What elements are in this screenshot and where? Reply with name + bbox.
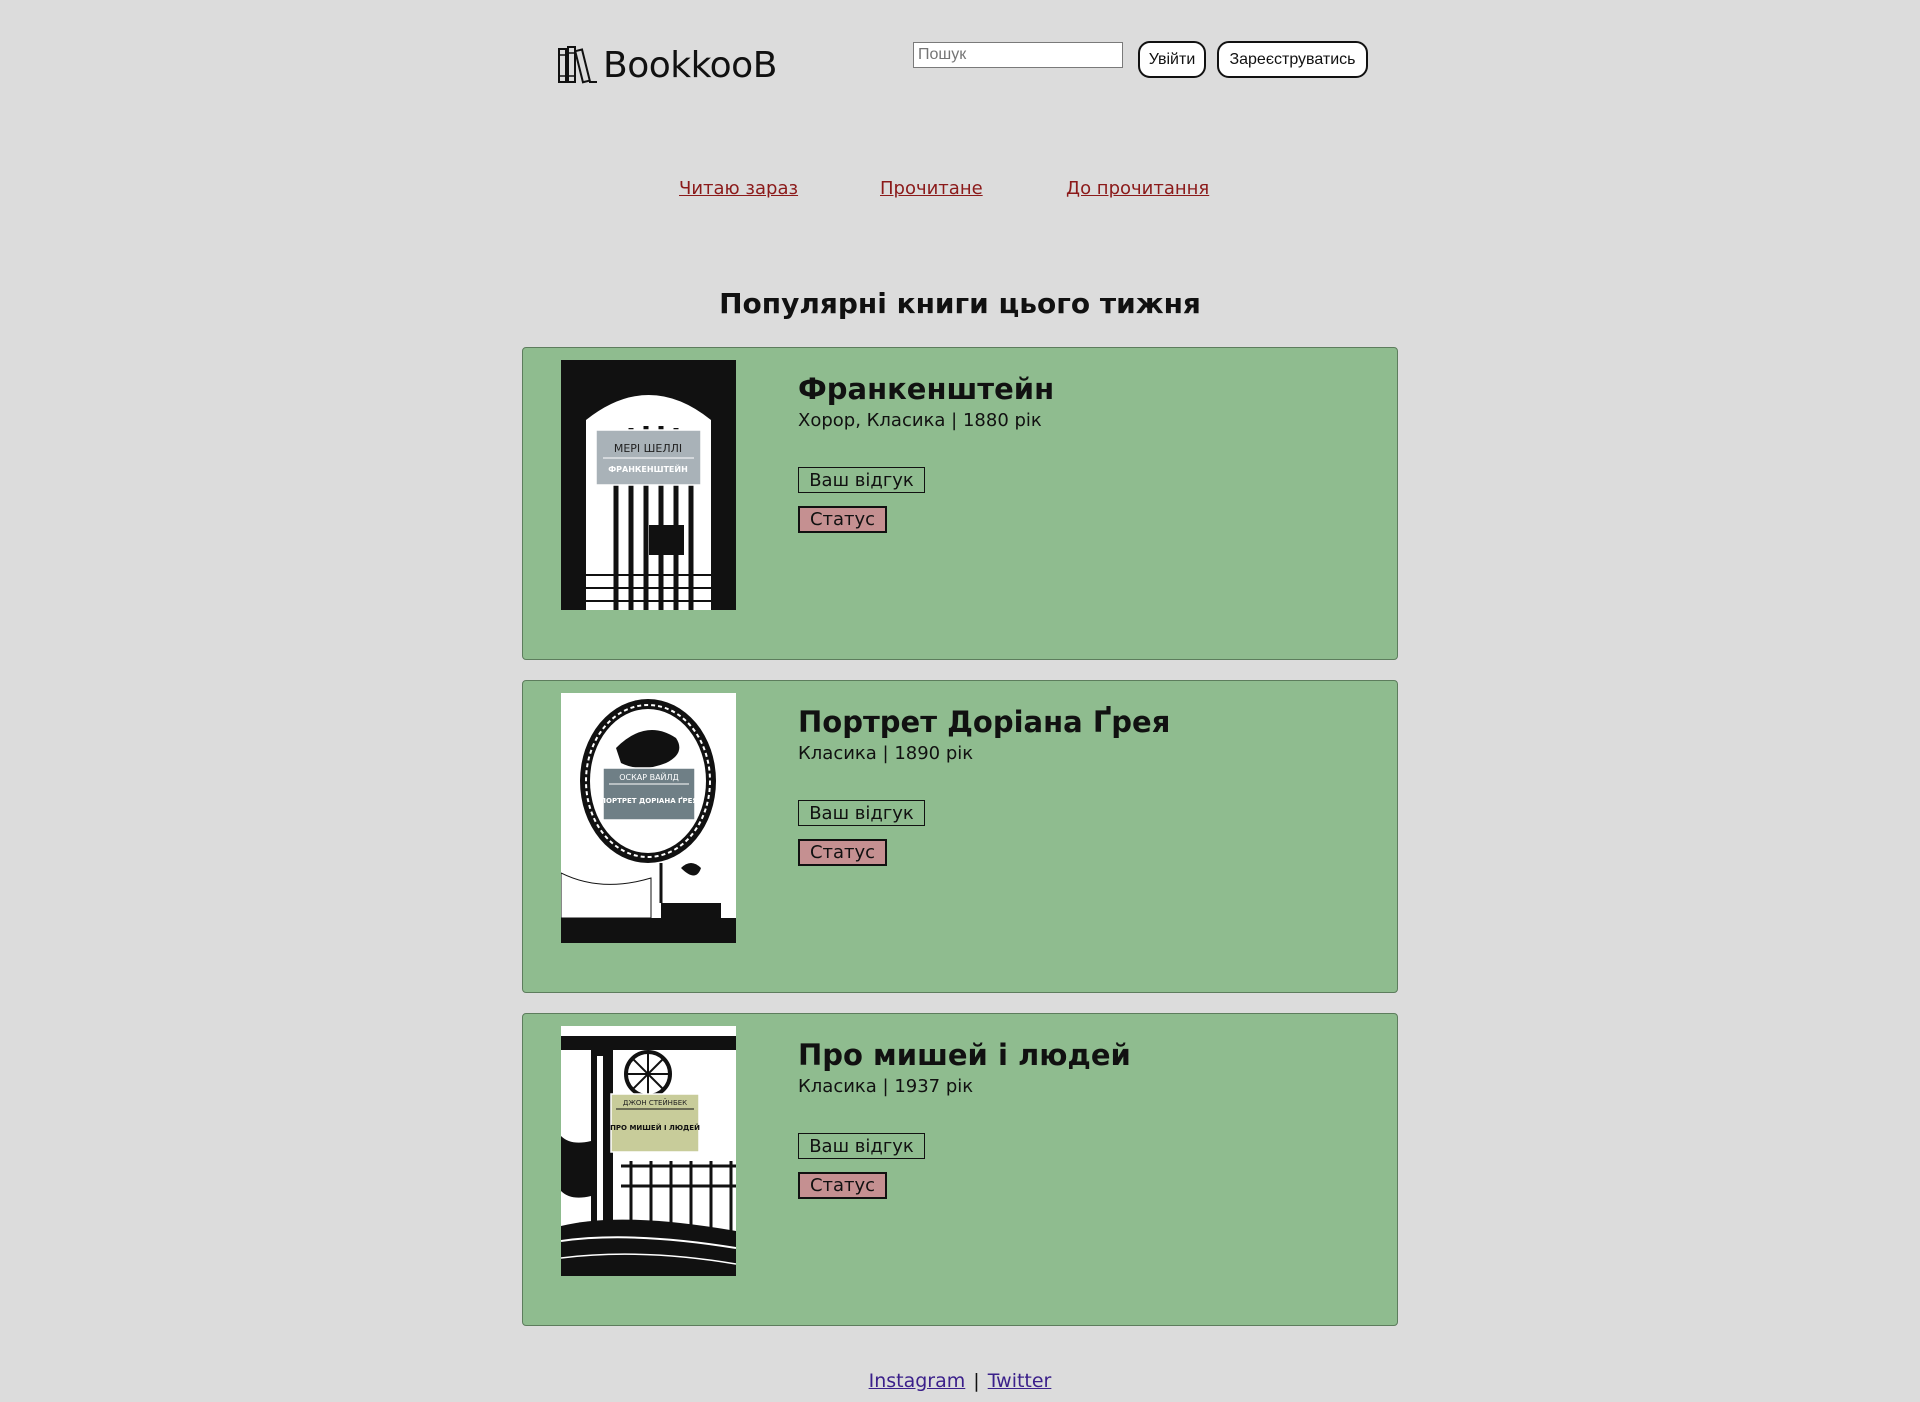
cover-author-text: ДЖОН СТЕЙНБЕК bbox=[623, 1098, 687, 1107]
book-meta: Класика | 1890 рік bbox=[798, 743, 974, 764]
book-title[interactable]: Франкенштейн bbox=[798, 372, 1054, 406]
review-button[interactable]: Ваш відгук bbox=[798, 1133, 925, 1159]
book-title[interactable]: Портрет Доріана Ґрея bbox=[798, 705, 1170, 739]
status-button[interactable]: Статус bbox=[798, 839, 887, 866]
book-cover[interactable]: ДЖОН СТЕЙНБЕК ПРО МИШЕЙ І ЛЮДЕЙ bbox=[561, 1026, 736, 1276]
site-footer: Instagram | Twitter bbox=[0, 1370, 1920, 1392]
nav-link-to-read[interactable]: До прочитання bbox=[1066, 178, 1209, 199]
login-button[interactable]: Увійти bbox=[1138, 41, 1206, 78]
status-button[interactable]: Статус bbox=[798, 506, 887, 533]
cover-title-text: ПОРТРЕТ ДОРІАНА ҐРЕЯ bbox=[600, 796, 698, 805]
cover-title-text: ПРО МИШЕЙ І ЛЮДЕЙ bbox=[610, 1123, 700, 1132]
books-icon bbox=[558, 46, 597, 84]
section-title: Популярні книги цього тижня bbox=[719, 287, 1201, 320]
twitter-link[interactable]: Twitter bbox=[988, 1370, 1052, 1392]
nav-link-reading-now[interactable]: Читаю зараз bbox=[679, 178, 798, 199]
book-cover[interactable]: МЕРІ ШЕЛЛІ ФРАНКЕНШТЕЙН bbox=[561, 360, 736, 610]
book-card: ДЖОН СТЕЙНБЕК ПРО МИШЕЙ І ЛЮДЕЙ Про мише… bbox=[522, 1013, 1398, 1326]
footer-separator: | bbox=[973, 1370, 980, 1392]
book-card: МЕРІ ШЕЛЛІ ФРАНКЕНШТЕЙН Франкенштейн Хор… bbox=[522, 347, 1398, 660]
book-meta: Класика | 1937 рік bbox=[798, 1076, 974, 1097]
status-button[interactable]: Статус bbox=[798, 1172, 887, 1199]
cover-author-text: МЕРІ ШЕЛЛІ bbox=[614, 442, 682, 455]
site-logo[interactable]: BookkooB bbox=[557, 40, 777, 90]
cover-title-text: ФРАНКЕНШТЕЙН bbox=[608, 463, 688, 474]
book-meta: Хорор, Класика | 1880 рік bbox=[798, 410, 1042, 431]
review-button[interactable]: Ваш відгук bbox=[798, 467, 925, 493]
logo-text: BookkooB bbox=[603, 44, 777, 86]
reading-nav: Читаю зараз Прочитане До прочитання bbox=[0, 178, 1920, 208]
instagram-link[interactable]: Instagram bbox=[869, 1370, 966, 1392]
search-input[interactable] bbox=[913, 42, 1123, 68]
nav-link-read[interactable]: Прочитане bbox=[880, 178, 983, 199]
book-title[interactable]: Про мишей і людей bbox=[798, 1038, 1131, 1072]
site-header: BookkooB Увійти Зареєструватись bbox=[0, 0, 1920, 120]
signup-button[interactable]: Зареєструватись bbox=[1217, 41, 1368, 78]
cover-author-text: ОСКАР ВАЙЛД bbox=[619, 771, 679, 782]
review-button[interactable]: Ваш відгук bbox=[798, 800, 925, 826]
book-cover[interactable]: ОСКАР ВАЙЛД ПОРТРЕТ ДОРІАНА ҐРЕЯ bbox=[561, 693, 736, 943]
book-card: ОСКАР ВАЙЛД ПОРТРЕТ ДОРІАНА ҐРЕЯ Портрет… bbox=[522, 680, 1398, 993]
